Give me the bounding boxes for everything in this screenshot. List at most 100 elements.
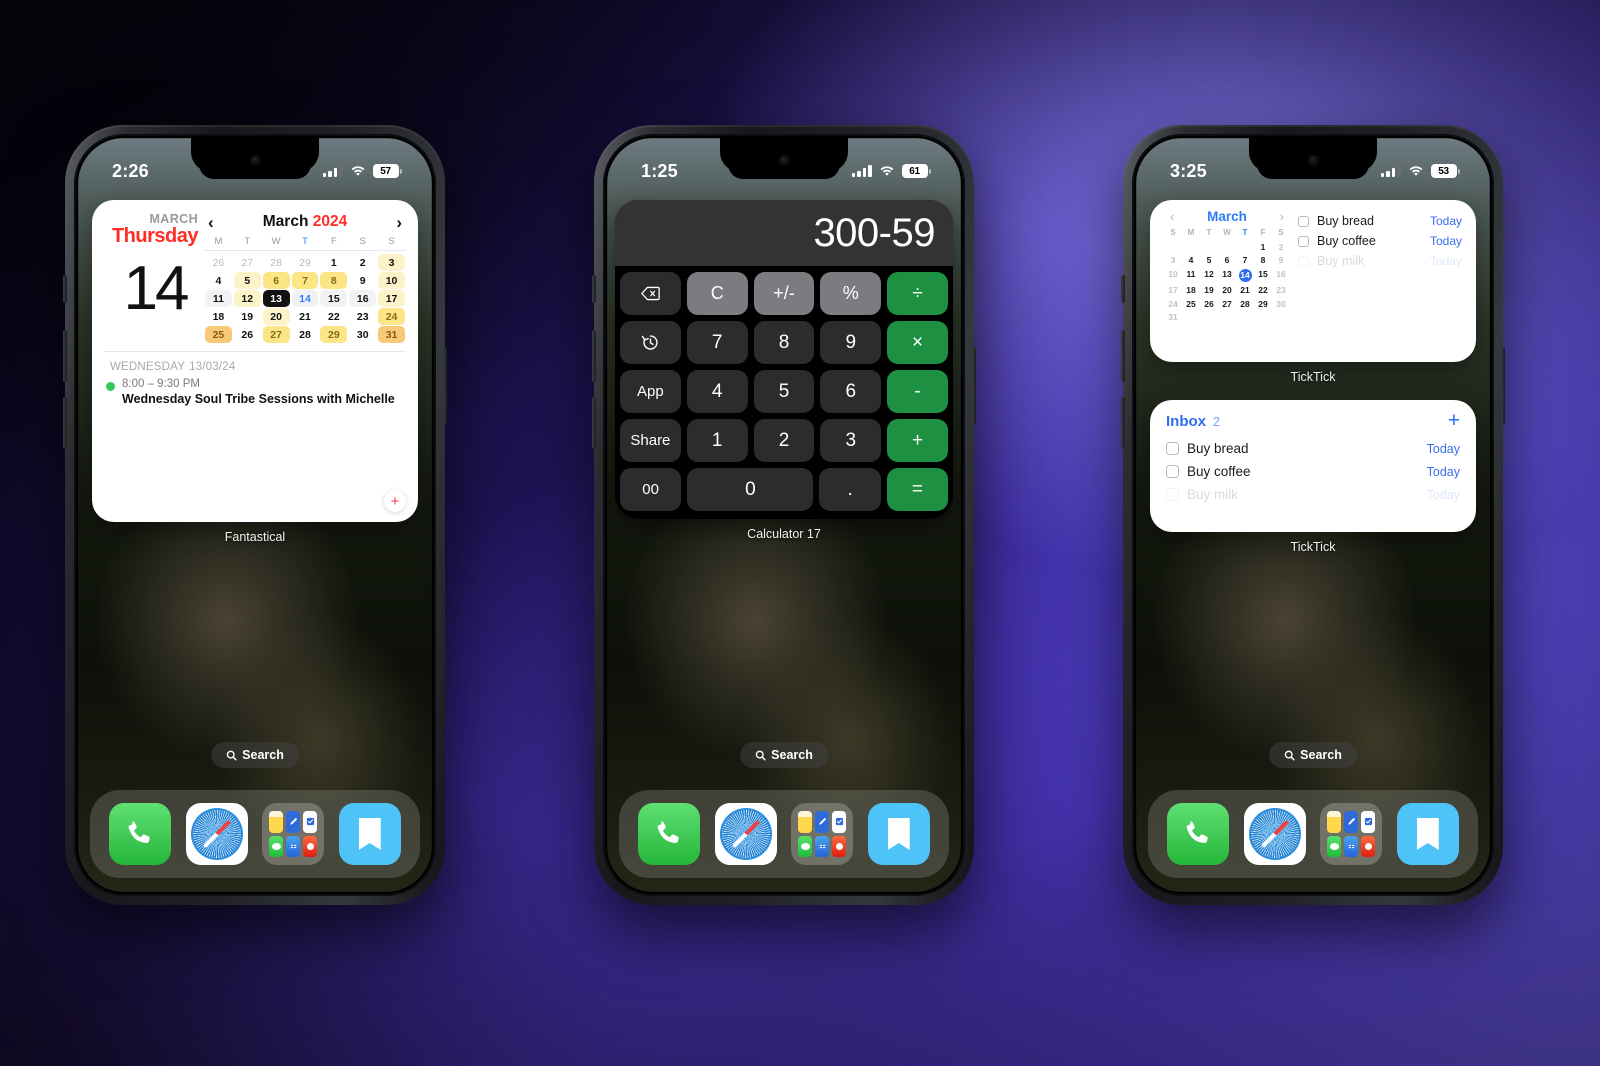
minus-key[interactable]: - — [887, 370, 948, 413]
share-key[interactable]: Share — [620, 419, 681, 462]
calendar-day-cell[interactable]: 22 — [1254, 284, 1272, 296]
task-row[interactable]: Buy milk Today — [1298, 251, 1462, 271]
calendar-day-cell[interactable]: 27 — [234, 254, 261, 271]
zero-key[interactable]: 0 — [687, 468, 814, 511]
volume-up-button[interactable] — [63, 330, 67, 382]
add-event-button[interactable]: + — [384, 490, 406, 512]
bookmarks-app[interactable] — [867, 803, 930, 865]
calendar-day-cell[interactable]: 3 — [1164, 254, 1182, 266]
calendar-day-cell[interactable]: 15 — [320, 290, 348, 307]
calendar-day-cell[interactable]: 1 — [1254, 241, 1272, 253]
calendar-day-cell[interactable]: 20 — [1218, 284, 1236, 296]
task-checkbox[interactable] — [1166, 488, 1179, 501]
calendar-day-cell[interactable]: 17 — [1164, 284, 1182, 296]
calendar-day-cell[interactable]: 31 — [1164, 311, 1182, 323]
calendar-day-cell[interactable]: 9 — [1272, 254, 1290, 266]
calendar-day-cell[interactable]: 26 — [234, 326, 261, 343]
calendar-day-cell[interactable]: 4 — [1182, 254, 1200, 266]
task-row[interactable]: Buy bread Today — [1166, 437, 1460, 460]
percent-key[interactable]: % — [820, 272, 882, 315]
calculator-widget[interactable]: 300-59 C +/-% ÷ 7 8 9 × App 4 5 6- Share 1 2 3 +00 0. = — [615, 200, 953, 519]
ticktick-task-list[interactable]: Buy bread Today Buy coffee Today Buy milk Tod… — [1296, 209, 1472, 358]
bookmarks-app[interactable] — [338, 803, 401, 865]
one-key[interactable]: 1 — [686, 419, 748, 462]
divide-key[interactable]: ÷ — [887, 272, 948, 315]
fantastical-widget[interactable]: MARCH Thursday 14 ‹ March 2024 › MTWTFSS… — [92, 200, 418, 522]
calendar-day-cell[interactable]: 29 — [292, 254, 319, 271]
calendar-day-cell[interactable]: 24 — [1164, 298, 1182, 310]
inbox-task-list[interactable]: Buy bread Today Buy coffee Today Buy milk Tod… — [1166, 437, 1460, 506]
calendar-day-cell[interactable]: 20 — [262, 308, 290, 325]
calendar-day-cell[interactable]: 19 — [1200, 284, 1218, 296]
mute-switch[interactable] — [592, 275, 596, 303]
calendar-day-cell[interactable]: 26 — [205, 254, 232, 271]
ticktick-calendar-widget[interactable]: ‹ March › S M T W T F S 1 2 3 4 5 6 7 8 9 10 11 12 13 14 15 16… — [1150, 200, 1476, 362]
task-row[interactable]: Buy milk Today — [1166, 483, 1460, 506]
calendar-day-cell[interactable]: 8 — [1254, 254, 1272, 266]
volume-up-button[interactable] — [1121, 330, 1125, 382]
volume-down-button[interactable] — [1121, 397, 1125, 449]
calendar-day-cell[interactable]: 18 — [205, 308, 232, 325]
eight-key[interactable]: 8 — [753, 321, 815, 364]
calendar-day-cell[interactable]: 13 — [1218, 268, 1236, 283]
volume-up-button[interactable] — [592, 330, 596, 382]
calendar-day-cell[interactable]: 15 — [1254, 268, 1272, 283]
chevron-right-icon[interactable]: › — [396, 214, 402, 231]
calendar-day-cell[interactable]: 6 — [1218, 254, 1236, 266]
calendar-day-cell[interactable]: 25 — [1182, 298, 1200, 310]
calendar-day-cell[interactable]: 30 — [349, 326, 376, 343]
mute-switch[interactable] — [63, 275, 67, 303]
task-checkbox[interactable] — [1298, 215, 1309, 227]
calendar-day-cell[interactable]: 22 — [320, 308, 347, 325]
calendar-day-cell[interactable]: 28 — [292, 326, 319, 343]
calendar-day-cell[interactable]: 16 — [349, 290, 377, 307]
task-checkbox[interactable] — [1298, 235, 1309, 247]
calendar-day-cell[interactable]: 26 — [1200, 298, 1218, 310]
calendar-day-cell[interactable]: 23 — [349, 308, 376, 325]
calendar-day-cell[interactable]: 7 — [291, 272, 319, 289]
calendar-day-cell[interactable]: 25 — [205, 326, 232, 343]
two-key[interactable]: 2 — [753, 419, 815, 462]
safari-app[interactable] — [714, 803, 777, 865]
task-row[interactable]: Buy bread Today — [1298, 211, 1462, 231]
calculator-keypad[interactable]: C +/-% ÷ 7 8 9 × App 4 5 6- Share 1 2 3 +00 0. = — [615, 266, 953, 519]
power-button[interactable] — [972, 347, 976, 425]
calendar-day-cell[interactable]: 2 — [349, 254, 376, 271]
calendar-day-cell[interactable]: 6 — [262, 272, 290, 289]
phone-app[interactable] — [1167, 803, 1230, 865]
power-button[interactable] — [1501, 347, 1505, 425]
phone-app[interactable] — [638, 803, 701, 865]
safari-app[interactable] — [1243, 803, 1306, 865]
nine-key[interactable]: 9 — [820, 321, 882, 364]
history-key[interactable] — [620, 321, 681, 364]
six-key[interactable]: 6 — [820, 370, 882, 413]
calendar-day-cell[interactable]: 31 — [378, 326, 405, 343]
calendar-day-cell[interactable]: 8 — [320, 272, 348, 289]
safari-app[interactable] — [185, 803, 248, 865]
task-checkbox[interactable] — [1166, 442, 1179, 455]
task-checkbox[interactable] — [1298, 255, 1309, 267]
calendar-day-cell[interactable]: 16 — [1272, 268, 1290, 283]
calendar-day-cell[interactable]: 12 — [1200, 268, 1218, 283]
calendar-day-cell[interactable]: 17 — [378, 290, 405, 307]
calendar-day-cell[interactable]: 30 — [1272, 298, 1290, 310]
ticktick-inbox-widget[interactable]: Inbox 2 + Buy bread Today Buy coffee Today B… — [1150, 400, 1476, 532]
calendar-day-cell[interactable]: 12 — [233, 290, 261, 307]
four-key[interactable]: 4 — [686, 370, 748, 413]
chevron-left-icon[interactable]: ‹ — [1170, 210, 1174, 223]
calendar-day-cell[interactable]: 5 — [233, 272, 261, 289]
calendar-day-cell[interactable]: 3 — [378, 254, 405, 271]
phone-app[interactable] — [109, 803, 172, 865]
calendar-day-cell[interactable]: 27 — [262, 326, 290, 343]
calendar-day-cell[interactable]: 13 — [262, 290, 290, 307]
volume-down-button[interactable] — [63, 397, 67, 449]
calendar-day-cell[interactable]: 27 — [1218, 298, 1236, 310]
calendar-day-cell[interactable]: 9 — [349, 272, 376, 289]
calendar-day-cell[interactable]: 28 — [1236, 298, 1254, 310]
multiply-key[interactable]: × — [887, 321, 948, 364]
calendar-day-cell[interactable]: 11 — [1182, 268, 1200, 283]
power-button[interactable] — [443, 347, 447, 425]
task-checkbox[interactable] — [1166, 465, 1179, 478]
calendar-day-cell[interactable]: 14 — [291, 290, 319, 307]
calendar-day-cell[interactable]: 24 — [378, 308, 405, 325]
